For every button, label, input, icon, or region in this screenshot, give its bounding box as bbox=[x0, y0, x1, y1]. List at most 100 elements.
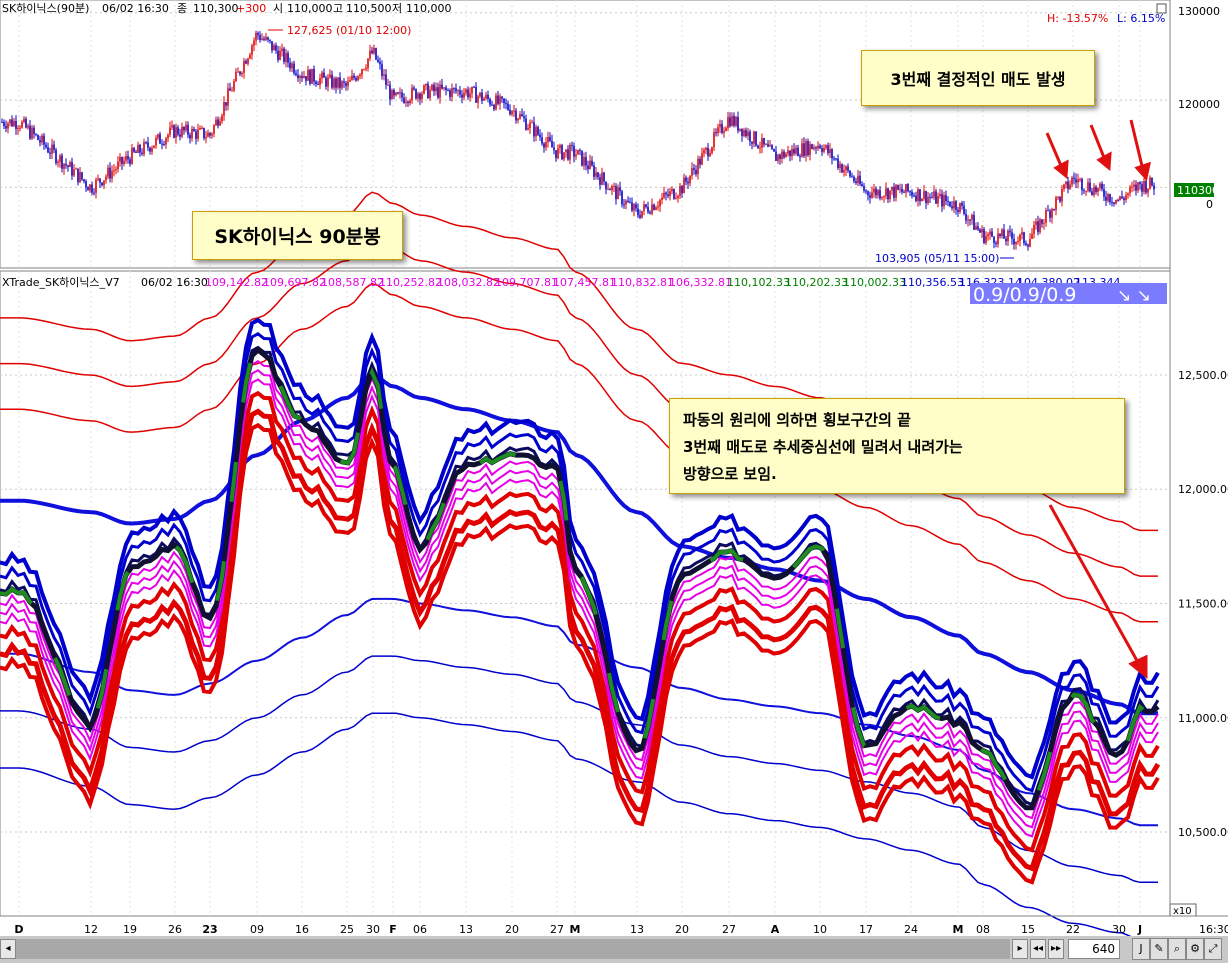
candle-body bbox=[709, 153, 711, 157]
candle-body bbox=[1095, 186, 1097, 192]
candle-body bbox=[739, 128, 741, 131]
candle-body bbox=[893, 186, 895, 198]
candle-body bbox=[715, 132, 717, 134]
candle-body bbox=[131, 147, 133, 164]
candle-body bbox=[477, 96, 479, 103]
candle-body bbox=[275, 45, 277, 51]
candle-body bbox=[711, 147, 713, 154]
candle-body bbox=[307, 69, 309, 81]
pane-control-icon[interactable] bbox=[1156, 3, 1167, 14]
candle-body bbox=[285, 53, 287, 62]
zoom-icon[interactable]: ⌕ bbox=[1168, 938, 1186, 960]
candle-body bbox=[247, 58, 249, 64]
time-tick-27: J bbox=[1137, 923, 1142, 936]
candle-body bbox=[259, 34, 261, 41]
candle-body bbox=[1033, 224, 1035, 234]
candle-body bbox=[373, 47, 375, 54]
candle-body bbox=[89, 184, 91, 191]
candle-body bbox=[663, 192, 665, 198]
candle-body bbox=[537, 127, 539, 135]
candle-body bbox=[503, 98, 505, 104]
fast-back-button[interactable]: ◂◂ bbox=[1030, 939, 1046, 959]
price-tick-1: 130000 bbox=[1178, 5, 1220, 18]
candle-body bbox=[489, 99, 491, 105]
candle-body bbox=[761, 138, 763, 148]
candle-body bbox=[309, 69, 311, 84]
candle-body bbox=[767, 144, 769, 147]
candle-body bbox=[195, 131, 197, 139]
candle-body bbox=[795, 147, 797, 154]
ind-tick-0: 12,500.00 bbox=[1178, 369, 1228, 382]
candle-body bbox=[219, 121, 221, 126]
candle-body bbox=[103, 180, 105, 186]
candle-body bbox=[889, 190, 891, 200]
time-tick-1: 12 bbox=[84, 923, 98, 936]
settings-icon[interactable]: ⚙ bbox=[1186, 938, 1204, 960]
candle-body bbox=[67, 165, 69, 167]
candle-body bbox=[69, 162, 71, 167]
candle-body bbox=[1103, 188, 1105, 197]
candle-body bbox=[571, 144, 573, 147]
candle-body bbox=[59, 155, 61, 162]
candle-body bbox=[979, 229, 981, 233]
fullscreen-icon[interactable]: ⤢ bbox=[1204, 938, 1222, 960]
candle-body bbox=[851, 176, 853, 178]
candle-body bbox=[821, 148, 823, 152]
candle-body bbox=[597, 172, 599, 178]
candle-body bbox=[63, 163, 65, 169]
indicator-value-0-3: 110,252.82 bbox=[379, 276, 442, 289]
candle-body bbox=[801, 143, 803, 157]
fast-forward-button[interactable]: ▸▸ bbox=[1048, 939, 1064, 959]
candle-body bbox=[21, 121, 23, 128]
candle-body bbox=[667, 194, 669, 197]
candle-body bbox=[173, 125, 175, 138]
candle-body bbox=[819, 145, 821, 149]
candle-body bbox=[427, 83, 429, 99]
j-label: J bbox=[1132, 938, 1150, 960]
candle-body bbox=[855, 181, 857, 183]
candle-body bbox=[963, 205, 965, 214]
candle-body bbox=[721, 124, 723, 133]
candle-body bbox=[501, 96, 503, 99]
ind-tick-1: 12,000.00 bbox=[1178, 483, 1228, 496]
wave-note-line-3: 방향으로 보임. bbox=[683, 465, 777, 483]
scroll-left-button[interactable]: ◂ bbox=[0, 939, 16, 959]
header-symbol: SK하이닉스(90분) bbox=[2, 1, 89, 15]
time-axis-clock: 16:30 bbox=[1199, 923, 1228, 936]
candle-body bbox=[311, 68, 313, 84]
candle-body bbox=[71, 162, 73, 176]
time-tick-13: 27 bbox=[550, 923, 564, 936]
candle-body bbox=[207, 132, 209, 137]
candle-body bbox=[223, 102, 225, 116]
candle-body bbox=[1147, 188, 1149, 193]
zoom-count-field[interactable]: 640 bbox=[1068, 939, 1120, 959]
candle-body bbox=[871, 192, 873, 198]
candle-body bbox=[785, 153, 787, 158]
ratio-badge-arrows: ↘ ↘ bbox=[1117, 286, 1151, 306]
horizontal-scrollbar[interactable] bbox=[0, 939, 1010, 959]
candle-body bbox=[217, 119, 219, 126]
candle-body bbox=[823, 147, 825, 152]
candle-body bbox=[717, 127, 719, 133]
scroll-right-button[interactable]: ▸ bbox=[1012, 939, 1028, 959]
candle-body bbox=[641, 210, 643, 218]
draw-icon[interactable]: ✎ bbox=[1150, 938, 1168, 960]
candle-body bbox=[695, 169, 697, 175]
candle-body bbox=[727, 117, 729, 129]
candle-body bbox=[111, 170, 113, 179]
candle-body bbox=[877, 190, 879, 196]
candle-body bbox=[1119, 196, 1121, 201]
candle-body bbox=[399, 92, 401, 94]
candle-body bbox=[229, 88, 231, 91]
time-tick-9: F bbox=[389, 923, 397, 936]
candle-body bbox=[987, 234, 989, 237]
candle-body bbox=[591, 160, 593, 166]
indicator-value-1-2: 110,002.33 bbox=[843, 276, 906, 289]
candle-body bbox=[343, 81, 345, 83]
candle-body bbox=[1149, 177, 1151, 189]
candle-body bbox=[769, 145, 771, 147]
candle-body bbox=[315, 81, 317, 84]
candle-body bbox=[457, 90, 459, 92]
candle-body bbox=[377, 59, 379, 62]
candle-body bbox=[11, 119, 13, 127]
